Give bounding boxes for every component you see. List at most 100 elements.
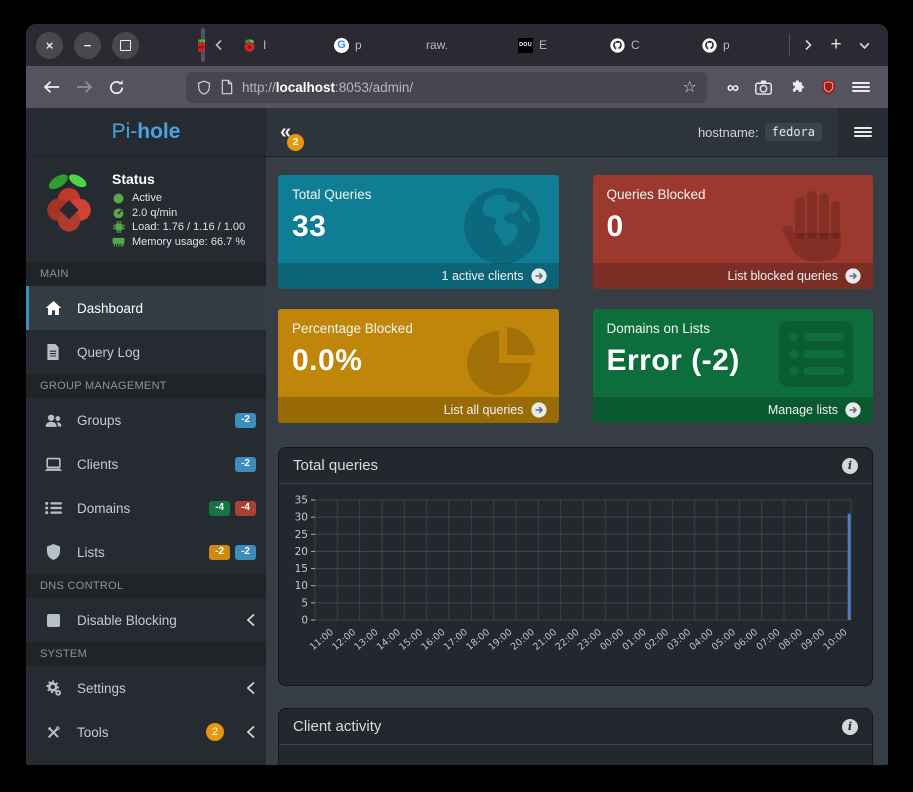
scroll-tabs-right-button[interactable] bbox=[794, 30, 822, 60]
svg-text:03:00: 03:00 bbox=[665, 627, 693, 653]
browser-menu-button[interactable] bbox=[852, 80, 870, 95]
panel-body: 0510152025303511:0012:0013:0014:0015:001… bbox=[279, 484, 872, 685]
panel-header: Total queries i bbox=[279, 448, 872, 484]
reload-icon bbox=[108, 79, 125, 96]
new-tab-button[interactable]: + bbox=[822, 30, 850, 60]
window-close-button[interactable]: × bbox=[36, 32, 63, 59]
section-label-dns-control: DNS CONTROL bbox=[26, 574, 266, 598]
panel-header: Client activity i bbox=[279, 709, 872, 745]
laptop-icon bbox=[44, 457, 63, 472]
chevron-left-icon bbox=[213, 39, 225, 51]
domains-deny-badge: -4 bbox=[235, 501, 256, 516]
tab-label: I bbox=[263, 38, 266, 52]
pihole-favicon bbox=[242, 38, 257, 53]
minimize-icon: − bbox=[84, 38, 92, 53]
window-maximize-button[interactable] bbox=[112, 32, 139, 59]
extensions-puzzle-icon[interactable] bbox=[788, 79, 805, 96]
gears-icon bbox=[43, 680, 63, 697]
status-row-rate: 2.0 q/min bbox=[112, 207, 245, 219]
ublock-origin-icon[interactable] bbox=[820, 78, 837, 96]
tab-github-2[interactable]: p bbox=[693, 28, 785, 62]
svg-text:16:00: 16:00 bbox=[420, 627, 448, 653]
clients-badge: -2 bbox=[235, 457, 256, 472]
google-favicon: G bbox=[334, 38, 349, 53]
tab-google[interactable]: G p bbox=[325, 28, 417, 62]
tab-raw[interactable]: raw. bbox=[417, 28, 509, 62]
back-icon bbox=[43, 80, 61, 94]
status-dot-icon bbox=[113, 193, 124, 204]
svg-text:5: 5 bbox=[301, 597, 308, 609]
sidebar-item-domains[interactable]: Domains -4 -4 bbox=[26, 486, 266, 530]
card-link-all-queries[interactable]: List all queries bbox=[278, 397, 559, 423]
forward-button[interactable] bbox=[70, 73, 98, 101]
svg-text:04:00: 04:00 bbox=[688, 627, 716, 653]
sidebar: Status Active 2.0 q/min Load: 1.76 / 1.1… bbox=[26, 157, 266, 765]
sidebar-item-query-log[interactable]: Query Log bbox=[26, 330, 266, 374]
svg-text:20: 20 bbox=[295, 546, 308, 558]
dou-favicon: DOU bbox=[518, 38, 533, 53]
svg-text:11:00: 11:00 bbox=[308, 627, 336, 653]
screenshot-camera-icon[interactable] bbox=[754, 79, 773, 96]
svg-text:13:00: 13:00 bbox=[353, 627, 381, 653]
memory-icon bbox=[112, 237, 125, 247]
sidebar-item-dashboard[interactable]: Dashboard bbox=[26, 286, 266, 330]
tab-label: raw. bbox=[426, 38, 448, 52]
page-info-icon[interactable] bbox=[220, 79, 234, 95]
sidebar-item-disable-blocking[interactable]: Disable Blocking bbox=[26, 598, 266, 642]
pihole-admin-page: Pi-hole « 2 hostname: fedora bbox=[26, 108, 888, 765]
total-queries-chart: 0510152025303511:0012:0013:0014:0015:001… bbox=[285, 492, 863, 678]
lists-block-badge: -2 bbox=[235, 545, 256, 560]
tab-label: p bbox=[723, 38, 730, 52]
reload-button[interactable] bbox=[102, 73, 130, 101]
svg-text:20:00: 20:00 bbox=[509, 627, 537, 653]
browser-window: × − I G p raw. DOU bbox=[26, 24, 888, 765]
sidebar-item-settings[interactable]: Settings bbox=[26, 666, 266, 710]
users-icon bbox=[44, 413, 63, 428]
svg-text:07:00: 07:00 bbox=[755, 627, 783, 653]
sidebar-item-lists[interactable]: Lists -2 -2 bbox=[26, 530, 266, 574]
pihole-brand[interactable]: Pi-hole bbox=[26, 108, 266, 156]
tab-pihole-docs[interactable]: I bbox=[233, 28, 325, 62]
scroll-tabs-left-button[interactable] bbox=[205, 30, 233, 60]
sidebar-item-groups[interactable]: Groups -2 bbox=[26, 398, 266, 442]
info-icon[interactable]: i bbox=[842, 719, 858, 735]
main-content: Total Queries 33 1 active clients Querie… bbox=[266, 157, 888, 765]
tools-icon bbox=[45, 724, 62, 741]
page-menu-button[interactable] bbox=[838, 108, 888, 156]
window-minimize-button[interactable]: − bbox=[74, 32, 101, 59]
svg-text:17:00: 17:00 bbox=[442, 627, 470, 653]
sidebar-item-clients[interactable]: Clients -2 bbox=[26, 442, 266, 486]
sidebar-collapse-button[interactable]: « 2 bbox=[280, 122, 291, 142]
card-link-blocked-queries[interactable]: List blocked queries bbox=[593, 263, 874, 289]
card-value: 0 bbox=[607, 210, 860, 244]
url-bar[interactable]: http://localhost:8053/admin/ ☆ bbox=[186, 72, 707, 103]
back-button[interactable] bbox=[38, 73, 66, 101]
svg-text:15: 15 bbox=[295, 563, 308, 575]
svg-text:05:00: 05:00 bbox=[710, 627, 738, 653]
tab-github-1[interactable]: C bbox=[601, 28, 693, 62]
status-row-memory: Memory usage: 66.7 % bbox=[112, 236, 245, 248]
tab-separator bbox=[789, 34, 790, 56]
arrow-circle-icon bbox=[845, 402, 861, 418]
tab-bar: × − I G p raw. DOU bbox=[26, 24, 888, 66]
card-queries-blocked: Queries Blocked 0 List blocked queries bbox=[593, 175, 874, 289]
sidebar-item-tools[interactable]: Tools 2 bbox=[26, 710, 266, 754]
extension-infinity-icon[interactable]: ∞ bbox=[727, 79, 739, 96]
info-icon[interactable]: i bbox=[842, 458, 858, 474]
arrow-circle-icon bbox=[845, 268, 861, 284]
tab-dou[interactable]: DOU E bbox=[509, 28, 601, 62]
list-all-tabs-button[interactable] bbox=[850, 30, 878, 60]
tab-label: E bbox=[539, 38, 547, 52]
hostname-value: fedora bbox=[765, 123, 822, 141]
card-link-active-clients[interactable]: 1 active clients bbox=[278, 263, 559, 289]
stop-icon bbox=[47, 614, 60, 627]
section-label-main: MAIN bbox=[26, 262, 266, 286]
card-title: Domains on Lists bbox=[607, 321, 860, 336]
card-link-manage-lists[interactable]: Manage lists bbox=[593, 397, 874, 423]
bookmark-star-icon[interactable]: ☆ bbox=[683, 77, 697, 97]
svg-text:23:00: 23:00 bbox=[576, 627, 604, 653]
hamburger-icon bbox=[854, 125, 872, 140]
card-value: Error (-2) bbox=[607, 344, 860, 378]
tab-label: p bbox=[355, 38, 362, 52]
svg-text:19:00: 19:00 bbox=[487, 627, 515, 653]
